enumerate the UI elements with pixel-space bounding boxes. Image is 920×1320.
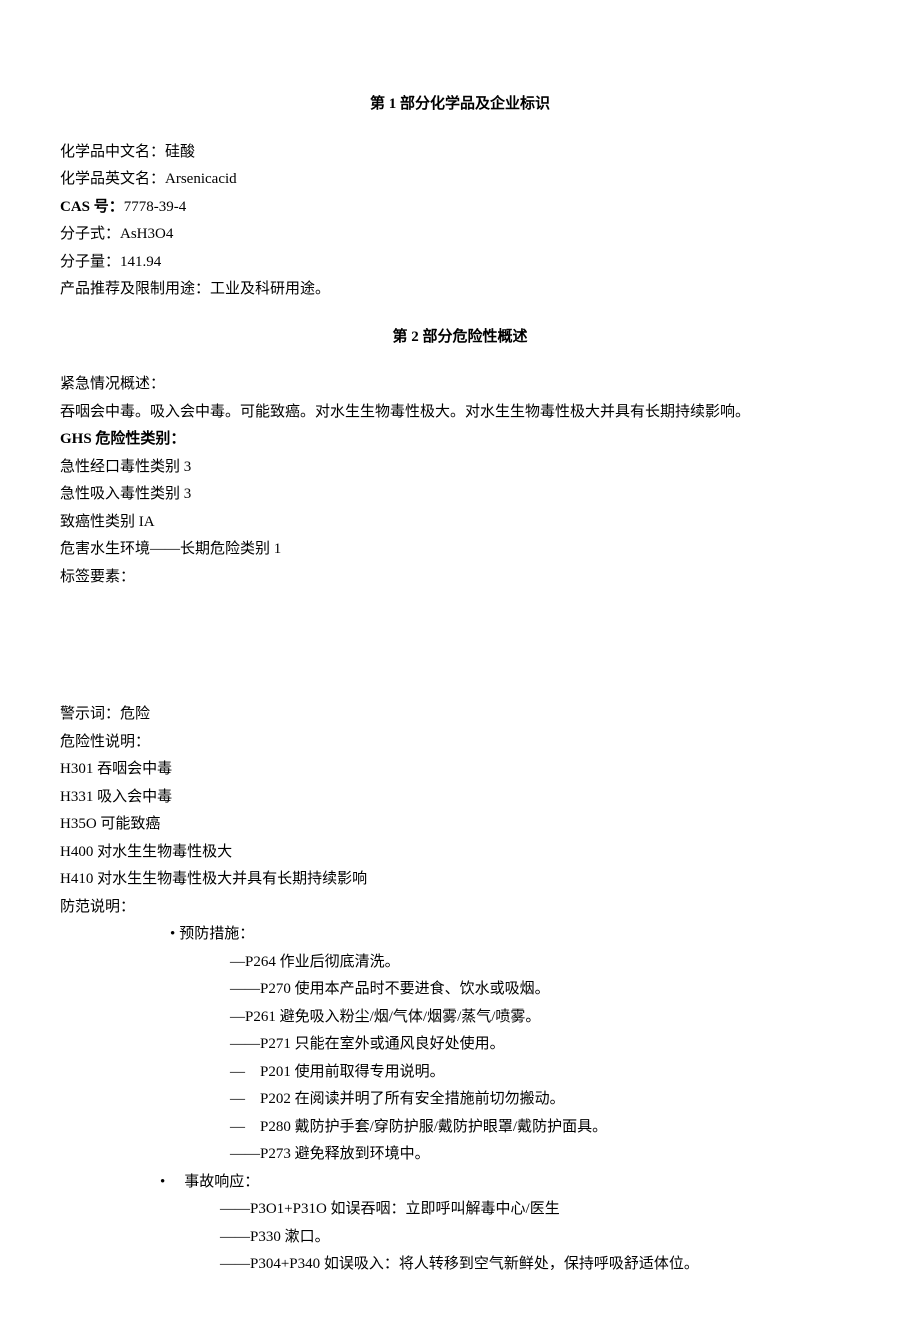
- usage-value: 工业及科研用途。: [210, 281, 330, 297]
- label-elements: 标签要素：: [60, 565, 860, 591]
- mw-line: 分子量：141.94: [60, 250, 860, 276]
- prevention-header: 预防措施：: [170, 922, 860, 948]
- formula-value: AsH3O4: [120, 226, 173, 242]
- usage-line: 产品推荐及限制用途：工业及科研用途。: [60, 277, 860, 303]
- response-header-text: 事故响应：: [184, 1174, 259, 1190]
- pictogram-gap: [60, 592, 860, 702]
- response-list: ——P3O1+P31O 如误吞咽：立即呼叫解毒中心/医生 ——P330 漱口。 …: [150, 1197, 860, 1278]
- prevention-item-6: — P280 戴防护手套/穿防护服/戴防护眼罩/戴防护面具。: [230, 1115, 860, 1141]
- formula-label: 分子式：: [60, 226, 120, 242]
- usage-label: 产品推荐及限制用途：: [60, 281, 210, 297]
- response-block: 事故响应： ——P3O1+P31O 如误吞咽：立即呼叫解毒中心/医生 ——P33…: [60, 1170, 860, 1278]
- signal-word-line: 警示词：危险: [60, 702, 860, 728]
- name-cn-label: 化学品中文名：: [60, 144, 165, 160]
- name-cn-line: 化学品中文名：硅酸: [60, 140, 860, 166]
- cas-label: CAS 号：: [60, 199, 124, 215]
- document-page: 第 1 部分化学品及企业标识 化学品中文名：硅酸 化学品英文名：Arsenica…: [0, 0, 920, 1320]
- ghs-line-0: 急性经口毒性类别 3: [60, 455, 860, 481]
- name-en-label: 化学品英文名：: [60, 171, 165, 187]
- cas-line: CAS 号：7778-39-4: [60, 195, 860, 221]
- prevention-list: —P264 作业后彻底清洗。 ——P270 使用本产品时不要进食、饮水或吸烟。 …: [170, 950, 860, 1168]
- emergency-label: 紧急情况概述：: [60, 372, 860, 398]
- emergency-text: 吞咽会中毒。吸入会中毒。可能致癌。对水生生物毒性极大。对水生生物毒性极大并具有长…: [60, 400, 860, 426]
- prevention-item-4: — P201 使用前取得专用说明。: [230, 1060, 860, 1086]
- ghs-label-text: GHS 危险性类别：: [60, 431, 185, 447]
- hazard-3: H400 对水生生物毒性极大: [60, 840, 860, 866]
- response-header: 事故响应：: [160, 1170, 860, 1196]
- prevention-item-2: —P261 避免吸入粉尘/烟/气体/烟雾/蒸气/喷雾。: [230, 1005, 860, 1031]
- name-cn-value: 硅酸: [165, 144, 195, 160]
- prevention-item-3: ——P271 只能在室外或通风良好处使用。: [230, 1032, 860, 1058]
- prevention-item-1: ——P270 使用本产品时不要进食、饮水或吸烟。: [230, 977, 860, 1003]
- ghs-label: GHS 危险性类别：: [60, 427, 860, 453]
- prevention-item-5: — P202 在阅读并明了所有安全措施前切勿搬动。: [230, 1087, 860, 1113]
- name-en-line: 化学品英文名：Arsenicacid: [60, 167, 860, 193]
- mw-value: 141.94: [120, 254, 161, 270]
- response-item-2: ——P304+P340 如误吸入：将人转移到空气新鲜处，保持呼吸舒适体位。: [220, 1252, 860, 1278]
- precaution-label: 防范说明：: [60, 895, 860, 921]
- cas-value: 7778-39-4: [124, 199, 187, 215]
- formula-line: 分子式：AsH3O4: [60, 222, 860, 248]
- mw-label: 分子量：: [60, 254, 120, 270]
- hazard-1: H331 吸入会中毒: [60, 785, 860, 811]
- response-item-1: ——P330 漱口。: [220, 1225, 860, 1251]
- hazard-2: H35O 可能致癌: [60, 812, 860, 838]
- hazard-0: H301 吞咽会中毒: [60, 757, 860, 783]
- ghs-line-3: 危害水生环境——长期危险类别 1: [60, 537, 860, 563]
- hazard-4: H410 对水生生物毒性极大并具有长期持续影响: [60, 867, 860, 893]
- prevention-item-0: —P264 作业后彻底清洗。: [230, 950, 860, 976]
- prevention-item-7: ——P273 避免释放到环境中。: [230, 1142, 860, 1168]
- section2-title: 第 2 部分危险性概述: [60, 325, 860, 351]
- section1-title: 第 1 部分化学品及企业标识: [60, 92, 860, 118]
- name-en-value: Arsenicacid: [165, 171, 237, 187]
- ghs-line-2: 致癌性类别 IA: [60, 510, 860, 536]
- response-item-0: ——P3O1+P31O 如误吞咽：立即呼叫解毒中心/医生: [220, 1197, 860, 1223]
- prevention-block: 预防措施： —P264 作业后彻底清洗。 ——P270 使用本产品时不要进食、饮…: [60, 922, 860, 1168]
- hazard-statements-label: 危险性说明：: [60, 730, 860, 756]
- ghs-line-1: 急性吸入毒性类别 3: [60, 482, 860, 508]
